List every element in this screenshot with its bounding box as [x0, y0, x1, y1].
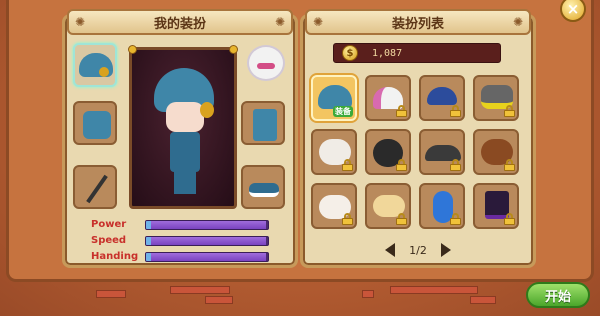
character-body [170, 132, 200, 172]
outfit-item-black-helmet[interactable] [365, 129, 411, 175]
brick-decoration [96, 290, 126, 298]
outfit-item-pink-cap[interactable] [365, 75, 411, 121]
brick-decoration [470, 296, 496, 304]
equipped-badge: 装备 [333, 106, 353, 117]
stat-bar-power [145, 220, 269, 230]
swirl-ornament-icon: ✺ [512, 15, 523, 29]
swirl-ornament-icon: ✺ [75, 15, 86, 29]
shirt-icon [83, 111, 111, 139]
stat-label-power: Power [91, 219, 127, 230]
shoes-icon [249, 183, 279, 197]
coin-value: 1,087 [372, 47, 403, 59]
character-legs [174, 170, 196, 194]
brick-decoration [362, 290, 374, 298]
outfit-item-police-cap[interactable] [419, 75, 465, 121]
face-eyes-icon [257, 63, 275, 69]
face-slot[interactable] [245, 43, 287, 85]
stat-bar-handing [145, 252, 269, 262]
pin-icon [229, 45, 238, 54]
pin-icon [128, 45, 137, 54]
lock-icon [396, 105, 407, 117]
outfit-item-bunny-hat[interactable] [311, 183, 357, 229]
headphone-icon [99, 67, 109, 77]
swirl-ornament-icon: ✺ [313, 15, 324, 29]
coin-icon: $ [342, 45, 358, 61]
lock-icon [504, 105, 515, 117]
panel-title-bar: ✺ 装扮列表 ✺ [305, 9, 531, 35]
lock-icon [342, 159, 353, 171]
outfit-item-visor[interactable] [419, 129, 465, 175]
outfit-item-crystal-hat[interactable] [419, 183, 465, 229]
outfit-grid: 装备 [311, 75, 523, 229]
brick-decoration [170, 286, 230, 294]
outfit-item-top-hat[interactable] [473, 183, 519, 229]
equip-slot-pants[interactable] [241, 101, 285, 145]
character-portrait [128, 45, 238, 209]
character-headphone [200, 102, 214, 118]
equip-slot-hat[interactable] [73, 43, 117, 87]
stat-fill [146, 221, 266, 229]
lock-icon [396, 159, 407, 171]
racket-icon [86, 174, 108, 204]
stat-label-speed: Speed [91, 235, 127, 246]
pants-icon [253, 109, 277, 141]
equip-slot-shoes[interactable] [241, 165, 285, 209]
panel-title: 我的装扮 [153, 16, 206, 32]
character-face [166, 102, 204, 132]
lock-icon [342, 213, 353, 225]
coin-balance: $ 1,087 [333, 43, 501, 63]
lock-icon [450, 213, 461, 225]
lock-icon [504, 213, 515, 225]
stat-fill [146, 253, 266, 261]
panel-title: 装扮列表 [391, 16, 444, 32]
outfit-item-bread-hat[interactable] [365, 183, 411, 229]
outfit-list-panel: ✺ 装扮列表 ✺ $ 1,087 装备 1/2 [300, 9, 536, 268]
lock-icon [504, 159, 515, 171]
lock-icon [450, 105, 461, 117]
close-icon: × [566, 0, 580, 18]
outfit-item-blue-beanie[interactable]: 装备 [311, 75, 357, 121]
arrow-right-icon[interactable] [440, 243, 451, 257]
brick-decoration [205, 296, 233, 304]
outfit-item-cat-hat[interactable] [473, 75, 519, 121]
stat-bar-speed [145, 236, 269, 246]
outfit-item-bear-hat[interactable] [473, 129, 519, 175]
pager: 1/2 [303, 243, 533, 257]
panel-title-bar: ✺ 我的装扮 ✺ [67, 9, 293, 35]
swirl-ornament-icon: ✺ [274, 15, 285, 29]
stat-cap [146, 253, 151, 261]
outfit-item-chef-hat[interactable] [311, 129, 357, 175]
stat-fill [146, 237, 266, 245]
start-button[interactable]: 开始 [526, 282, 590, 308]
police-cap-icon [427, 87, 457, 105]
game-screen: ✺ 我的装扮 ✺ Power Speed Handing ✺ 装扮列表 ✺ $ … [0, 0, 600, 316]
equip-slot-accessory[interactable] [73, 165, 117, 209]
equip-slot-top[interactable] [73, 101, 117, 145]
stat-cap [146, 221, 151, 229]
stat-cap [146, 237, 151, 245]
my-outfit-panel: ✺ 我的装扮 ✺ Power Speed Handing [62, 9, 298, 268]
brick-decoration [390, 286, 478, 294]
page-indicator: 1/2 [409, 243, 427, 257]
lock-icon [450, 159, 461, 171]
stat-label-handing: Handing [91, 251, 139, 262]
lock-icon [396, 213, 407, 225]
arrow-left-icon[interactable] [385, 243, 396, 257]
